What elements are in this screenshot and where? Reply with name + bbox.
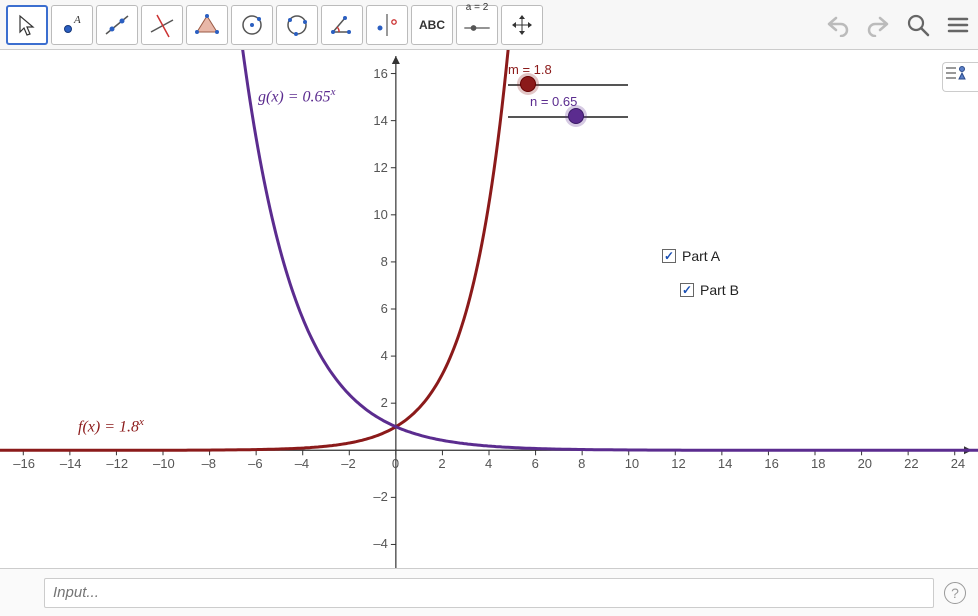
svg-text:A: A xyxy=(73,14,81,26)
algebra-input[interactable] xyxy=(44,578,934,608)
tool-group: A ABC a = 2 xyxy=(6,5,543,45)
side-panel-toggle[interactable] xyxy=(942,62,978,92)
polygon-tool[interactable] xyxy=(186,5,228,45)
reflect-tool[interactable] xyxy=(366,5,408,45)
plot-canvas xyxy=(0,50,978,568)
slider-tool[interactable]: a = 2 xyxy=(456,5,498,45)
checkbox-part-a-row: Part A xyxy=(662,248,720,264)
checkbox-part-b-label: Part B xyxy=(700,282,739,298)
text-tool[interactable]: ABC xyxy=(411,5,453,45)
undo-button[interactable] xyxy=(824,11,852,39)
slider-m-label: m = 1.8 xyxy=(508,62,552,77)
point-tool[interactable]: A xyxy=(51,5,93,45)
slider-m-handle[interactable] xyxy=(520,76,536,92)
move-view-tool[interactable] xyxy=(501,5,543,45)
toolbar-right xyxy=(824,0,972,50)
perpendicular-tool[interactable] xyxy=(141,5,183,45)
graphics-view[interactable]: g(x) = 0.65x f(x) = 1.8x m = 1.8 n = 0.6… xyxy=(0,50,978,568)
slider-m[interactable]: m = 1.8 xyxy=(508,72,648,102)
circle-center-tool[interactable] xyxy=(231,5,273,45)
menu-button[interactable] xyxy=(944,11,972,39)
redo-button[interactable] xyxy=(864,11,892,39)
help-button[interactable]: ? xyxy=(944,582,966,604)
search-button[interactable] xyxy=(904,11,932,39)
angle-tool[interactable] xyxy=(321,5,363,45)
line-tool[interactable] xyxy=(96,5,138,45)
checkbox-part-b[interactable] xyxy=(680,283,694,297)
move-tool[interactable] xyxy=(6,5,48,45)
slider-n[interactable]: n = 0.65 xyxy=(508,104,648,134)
slider-n-handle[interactable] xyxy=(568,108,584,124)
toolbar: A ABC a = 2 xyxy=(0,0,978,50)
input-bar: ? xyxy=(0,568,978,616)
slider-tool-label: a = 2 xyxy=(462,3,492,46)
abc-label: ABC xyxy=(419,18,445,32)
checkbox-part-a[interactable] xyxy=(662,249,676,263)
checkbox-part-a-label: Part A xyxy=(682,248,720,264)
slider-n-label: n = 0.65 xyxy=(530,94,577,109)
f-function-label: f(x) = 1.8x xyxy=(78,416,144,436)
checkbox-part-b-row: Part B xyxy=(680,282,739,298)
circle-3pt-tool[interactable] xyxy=(276,5,318,45)
g-function-label: g(x) = 0.65x xyxy=(258,86,335,106)
